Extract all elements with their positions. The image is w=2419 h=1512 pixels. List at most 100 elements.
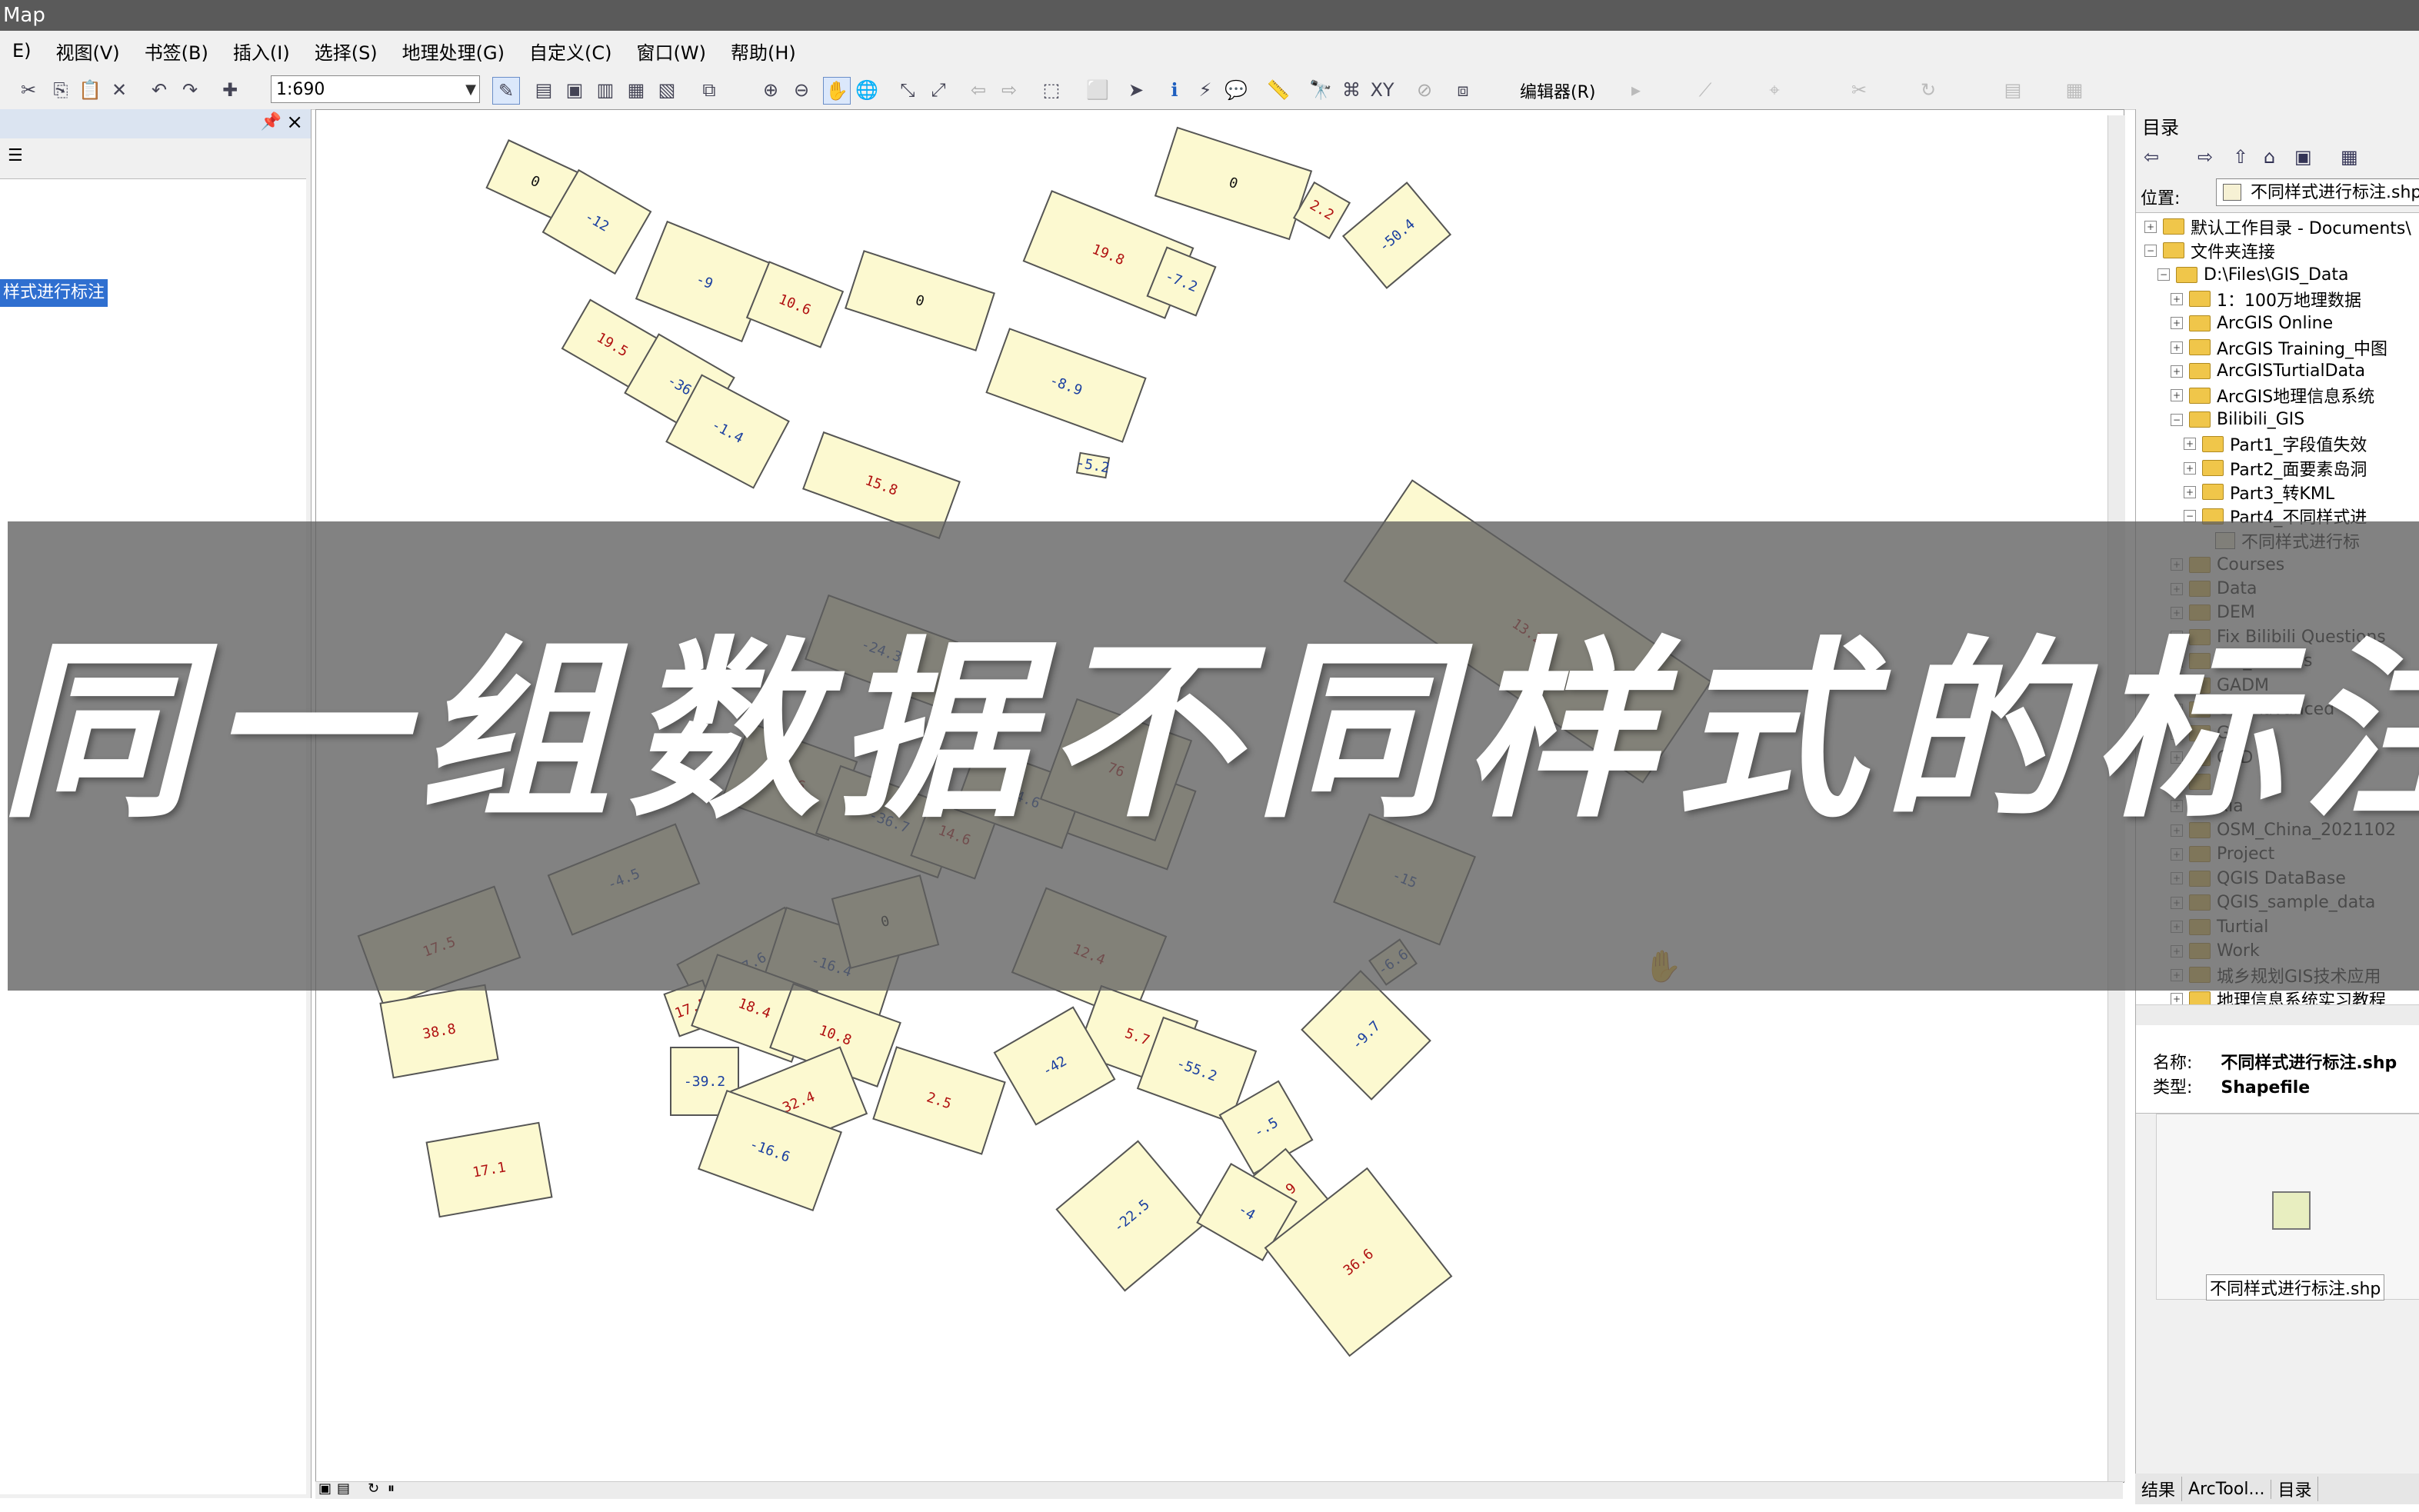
copy-icon[interactable]: ⎘: [48, 77, 74, 103]
parcel-polygon[interactable]: 17.1: [425, 1121, 553, 1218]
catalog-window-icon[interactable]: ▤: [531, 77, 557, 103]
expand-icon[interactable]: +: [2171, 292, 2183, 305]
back-icon[interactable]: ⇦: [2144, 146, 2159, 168]
expand-icon[interactable]: +: [2184, 438, 2196, 451]
zoom-out-icon[interactable]: ⊖: [788, 77, 815, 103]
list-by-source-icon[interactable]: ☰: [8, 146, 23, 165]
tab-results[interactable]: 结果: [2135, 1477, 2183, 1501]
parcel-polygon[interactable]: -9: [635, 220, 775, 343]
catalog-tree-item[interactable]: + 默认工作目录 - Documents\: [2144, 215, 2411, 238]
menu-selection[interactable]: 选择(S): [302, 38, 390, 65]
fixed-zoom-out-icon[interactable]: ⤢: [925, 77, 951, 103]
forward-icon[interactable]: ⇨: [2197, 146, 2213, 168]
edit-tool-icon[interactable]: ▸: [1623, 77, 1649, 103]
menu-edit[interactable]: E): [0, 40, 44, 62]
menu-insert[interactable]: 插入(I): [221, 38, 302, 65]
menu-bookmarks[interactable]: 书签(B): [132, 38, 221, 65]
editor-menu[interactable]: 编辑器(R): [1520, 78, 1595, 103]
expand-icon[interactable]: +: [2171, 389, 2183, 402]
html-popup-icon[interactable]: 💬: [1223, 77, 1249, 103]
expand-icon[interactable]: +: [2184, 485, 2196, 498]
expand-icon[interactable]: +: [2171, 365, 2183, 378]
time-slider-icon[interactable]: ⊘: [1411, 77, 1438, 103]
select-features-icon[interactable]: ⬚: [1038, 77, 1065, 103]
fixed-zoom-in-icon[interactable]: ⤡: [895, 77, 921, 103]
connect-folder-icon[interactable]: ▣: [2294, 146, 2312, 168]
collapse-icon[interactable]: −: [2144, 244, 2157, 257]
identify-icon[interactable]: ℹ: [1161, 77, 1188, 103]
pause-drawing-icon[interactable]: ⏸: [388, 1480, 395, 1497]
expand-icon[interactable]: +: [2171, 341, 2183, 354]
attributes-icon[interactable]: ▤: [2000, 77, 2026, 103]
menu-help[interactable]: 帮助(H): [718, 38, 808, 65]
collapse-icon[interactable]: −: [2184, 510, 2196, 523]
parcel-polygon[interactable]: 2.5: [872, 1046, 1006, 1155]
pan-icon[interactable]: ✋: [823, 77, 851, 105]
catalog-tree-item[interactable]: +1：100万地理数据: [2171, 287, 2361, 311]
expand-icon[interactable]: +: [2171, 993, 2183, 1006]
full-extent-icon[interactable]: 🌐: [854, 77, 880, 103]
tab-arctoolbox[interactable]: ArcTool...: [2182, 1479, 2272, 1499]
straight-segment-icon[interactable]: ⟋: [1692, 77, 1718, 103]
zoom-in-icon[interactable]: ⊕: [758, 77, 784, 103]
collapse-icon[interactable]: −: [2171, 413, 2183, 426]
parcel-polygon[interactable]: -5.2: [1075, 451, 1111, 479]
expand-icon[interactable]: +: [2144, 220, 2157, 233]
home-icon[interactable]: ⌂: [2264, 146, 2275, 168]
search-window-icon[interactable]: ▥: [592, 77, 618, 103]
tab-catalog[interactable]: 目录: [2271, 1477, 2319, 1501]
tool-icon[interactable]: ⧉: [696, 77, 722, 103]
rotate-tool-icon[interactable]: ↻: [1915, 77, 1941, 103]
menu-customize[interactable]: 自定义(C): [517, 38, 624, 65]
clear-selection-icon[interactable]: ⬜: [1085, 77, 1111, 103]
catalog-tree-item[interactable]: + ArcGIS Online: [2171, 311, 2333, 335]
collapse-icon[interactable]: −: [2157, 268, 2170, 281]
trace-icon[interactable]: ⌖: [1761, 77, 1788, 103]
parcel-polygon[interactable]: -8.9: [985, 328, 1147, 443]
sketch-properties-icon[interactable]: ▦: [2061, 77, 2087, 103]
parcel-polygon[interactable]: 0: [1154, 126, 1313, 241]
catalog-tree-item[interactable]: + ArcGISTurtialData: [2171, 359, 2365, 383]
find-route-icon[interactable]: ⌘: [1338, 77, 1364, 103]
catalog-tree-item[interactable]: + Part3_转KML: [2184, 480, 2334, 504]
forward-extent-icon[interactable]: ⇨: [996, 77, 1022, 103]
menu-geoprocessing[interactable]: 地理处理(G): [390, 38, 517, 65]
catalog-horizontal-scrollbar[interactable]: [2136, 1004, 2419, 1025]
refresh-icon[interactable]: ↻: [368, 1480, 379, 1497]
parcel-polygon[interactable]: -22.5: [1055, 1140, 1208, 1292]
cut-icon[interactable]: ✂: [15, 77, 42, 103]
add-data-icon[interactable]: ✚: [217, 77, 243, 103]
model-builder-icon[interactable]: ▧: [654, 77, 680, 103]
up-level-icon[interactable]: ⇧: [2233, 146, 2248, 168]
create-viewer-icon[interactable]: ⧈: [1450, 77, 1476, 103]
find-icon[interactable]: 🔭: [1308, 77, 1334, 103]
back-extent-icon[interactable]: ⇦: [965, 77, 991, 103]
catalog-tree-item[interactable]: + Part2_面要素岛洞: [2184, 456, 2367, 480]
editor-toolbar-icon[interactable]: ✎: [492, 77, 520, 105]
chevron-down-icon[interactable]: ▼: [465, 76, 476, 104]
python-window-icon[interactable]: ▦: [623, 77, 649, 103]
menu-windows[interactable]: 窗口(W): [624, 38, 718, 65]
split-tool-icon[interactable]: ✂: [1846, 77, 1872, 103]
hyperlink-icon[interactable]: ⚡: [1192, 77, 1218, 103]
paste-icon[interactable]: 📋: [77, 77, 103, 103]
catalog-tree-item[interactable]: − D:\Files\GIS_Data: [2157, 263, 2348, 287]
parcel-polygon[interactable]: -50.4: [1341, 182, 1452, 289]
redo-icon[interactable]: ↷: [177, 77, 203, 103]
location-combobox[interactable]: 不同样式进行标注.shp: [2216, 178, 2419, 206]
expand-icon[interactable]: +: [2184, 461, 2196, 475]
layout-view-icon[interactable]: ▤: [337, 1480, 350, 1497]
menu-view[interactable]: 视图(V): [44, 38, 132, 65]
go-to-xy-icon[interactable]: XY: [1369, 77, 1395, 103]
selected-layer[interactable]: 样式进行标注: [0, 279, 108, 307]
arctoolbox-icon[interactable]: ▣: [561, 77, 588, 103]
expand-icon[interactable]: +: [2171, 317, 2183, 330]
catalog-tree-item[interactable]: − Bilibili_GIS: [2171, 408, 2304, 431]
catalog-tree-item[interactable]: + Part1_字段值失效: [2184, 432, 2367, 456]
select-elements-icon[interactable]: ➤: [1123, 77, 1149, 103]
parcel-polygon[interactable]: 0: [845, 250, 995, 351]
delete-icon[interactable]: ✕: [106, 77, 132, 103]
close-icon[interactable]: ×: [286, 111, 303, 134]
measure-icon[interactable]: 📏: [1265, 77, 1291, 103]
pin-icon[interactable]: 📌: [261, 112, 282, 132]
